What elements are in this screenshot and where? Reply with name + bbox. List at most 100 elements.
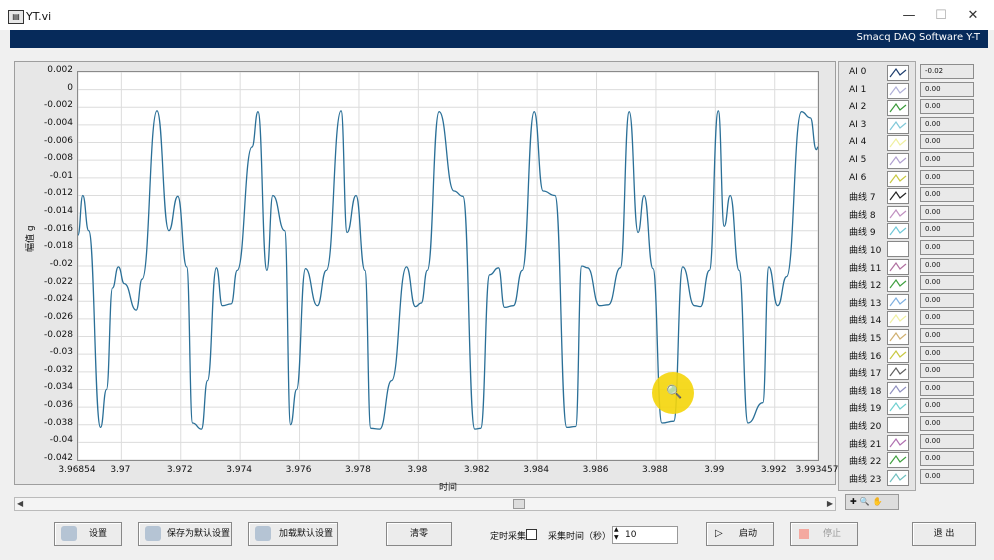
line-style-icon <box>887 82 909 99</box>
timed-capture-checkbox[interactable] <box>526 529 537 540</box>
legend-item[interactable]: 曲线 21 <box>843 434 911 451</box>
legend-item[interactable]: 曲线 17 <box>843 364 911 381</box>
x-tick-label: 3.988 <box>642 465 668 475</box>
start-button[interactable]: ▷ 启动 <box>706 522 774 546</box>
scroll-left-icon[interactable]: ◀ <box>17 498 23 510</box>
clear-button[interactable]: 清零 <box>386 522 452 546</box>
legend-item[interactable]: 曲线 19 <box>843 399 911 416</box>
scrollbar-thumb[interactable] <box>513 499 525 509</box>
waveform-plot <box>77 71 819 461</box>
legend-item[interactable]: 曲线 10 <box>843 241 911 257</box>
legend-item[interactable]: 曲线 20 <box>843 417 911 433</box>
legend-label: AI 5 <box>849 155 867 165</box>
plot-area[interactable] <box>77 71 819 461</box>
labview-vi-icon: ▤ <box>8 10 24 24</box>
y-tick-label: 0.002 <box>47 65 73 75</box>
legend-item[interactable]: AI 4 <box>843 135 911 152</box>
y-tick-label: -0.016 <box>43 223 73 234</box>
legend-item[interactable]: 曲线 16 <box>843 346 911 363</box>
x-tick-label: 3.992 <box>760 465 787 475</box>
channel-value: 0.00 <box>920 99 974 115</box>
exit-button[interactable]: 退 出 <box>912 522 976 546</box>
y-tick-label: -0.014 <box>43 206 73 217</box>
legend-label: 曲线 11 <box>849 263 882 274</box>
y-tick-label: 0 <box>67 82 73 93</box>
legend-label: 曲线 13 <box>849 298 882 309</box>
legend-label: 曲线 7 <box>849 193 876 204</box>
legend-label: 曲线 8 <box>849 210 876 221</box>
legend-item[interactable]: 曲线 23 <box>843 469 911 486</box>
scroll-right-icon[interactable]: ▶ <box>827 498 833 510</box>
spin-arrows-icon[interactable]: ▲ ▼ <box>614 526 619 542</box>
save-default-button[interactable]: 保存为默认设置 <box>138 522 232 546</box>
line-style-icon <box>887 100 909 117</box>
graph-palette[interactable]: ✚🔍✋ <box>845 494 899 510</box>
legend-label: AI 0 <box>849 67 867 77</box>
gear-icon <box>61 526 77 541</box>
zoom-cursor-icon: 🔍 <box>666 385 683 400</box>
line-style-icon <box>887 329 909 345</box>
legend-item[interactable]: AI 1 <box>843 82 911 99</box>
settings-button[interactable]: 设置 <box>54 522 122 546</box>
legend-item[interactable]: 曲线 14 <box>843 311 911 328</box>
legend-item[interactable]: 曲线 18 <box>843 381 911 398</box>
legend-label: 曲线 19 <box>849 404 882 415</box>
legend-label: AI 4 <box>849 137 867 148</box>
legend-item[interactable]: 曲线 7 <box>843 188 911 205</box>
y-tick-label: -0.042 <box>43 453 73 463</box>
legend-item[interactable]: 曲线 9 <box>843 223 911 240</box>
x-tick-label: 3.98 <box>407 465 428 475</box>
legend-item[interactable]: AI 2 <box>843 100 911 117</box>
channel-value: 0.00 <box>920 416 974 431</box>
channel-value: 0.00 <box>920 187 974 203</box>
waveform-chart-panel: 幅值 g 0.002 0 -0.002 -0.004 -0.006 -0.008 -0.01… <box>14 61 838 493</box>
capture-time-value: 10 <box>625 530 637 540</box>
channel-value: 0.00 <box>920 81 974 97</box>
load-default-button[interactable]: 加载默认设置 <box>248 522 338 546</box>
legend-item[interactable]: 曲线 8 <box>843 205 911 222</box>
x-tick-label: 3.978 <box>345 465 371 475</box>
save-default-label: 保存为默认设置 <box>167 529 231 539</box>
stop-label: 停止 <box>823 529 842 539</box>
line-style-icon <box>887 65 909 81</box>
capture-time-input[interactable]: ▲ ▼ 10 <box>612 526 678 544</box>
channel-value: 0.00 <box>920 345 974 361</box>
line-style-icon <box>887 223 909 240</box>
legend-item[interactable]: 曲线 12 <box>843 276 911 293</box>
y-tick-label: -0.02 <box>49 259 73 269</box>
legend-item[interactable]: 曲线 22 <box>843 452 911 469</box>
close-button[interactable]: ✕ <box>958 6 988 26</box>
legend-item[interactable]: AI 3 <box>843 117 911 134</box>
window-title: YT.vi <box>26 10 52 23</box>
x-tick-label: 3.976 <box>285 465 312 475</box>
legend-label: 曲线 15 <box>849 334 882 344</box>
x-scrollbar[interactable]: ◀ ▶ <box>14 497 836 511</box>
y-tick-label: -0.006 <box>43 135 73 146</box>
legend-label: AI 6 <box>849 172 867 183</box>
y-tick-label: -0.03 <box>49 347 73 358</box>
line-style-icon <box>887 241 909 257</box>
legend-item[interactable]: AI 0 <box>843 65 911 81</box>
legend-label: 曲线 12 <box>849 281 882 292</box>
title-bar: ▤ YT.vi — ☐ ✕ <box>0 0 994 30</box>
legend-item[interactable]: 曲线 13 <box>843 293 911 310</box>
legend-item[interactable]: 曲线 15 <box>843 329 911 345</box>
banner: Smacq DAQ Software Y-T <box>10 30 988 48</box>
channel-value: 0.00 <box>920 116 974 132</box>
line-style-icon <box>887 364 909 381</box>
line-style-icon <box>887 346 909 363</box>
maximize-button[interactable]: ☐ <box>926 6 956 26</box>
channel-value: 0.00 <box>920 398 974 414</box>
x-tick-label: 3.99 <box>704 465 725 475</box>
channel-value: 0.00 <box>920 451 974 467</box>
legend-item[interactable]: AI 6 <box>843 170 911 187</box>
line-style-icon <box>887 434 909 451</box>
legend-item[interactable]: 曲线 11 <box>843 258 911 275</box>
minimize-button[interactable]: — <box>894 6 924 26</box>
line-style-icon <box>887 293 909 310</box>
stop-button[interactable]: 停止 <box>790 522 858 546</box>
legend-item[interactable]: AI 5 <box>843 153 911 169</box>
legend-label: AI 3 <box>849 119 867 130</box>
line-style-icon <box>887 452 909 469</box>
load-default-label: 加载默认设置 <box>279 529 334 539</box>
